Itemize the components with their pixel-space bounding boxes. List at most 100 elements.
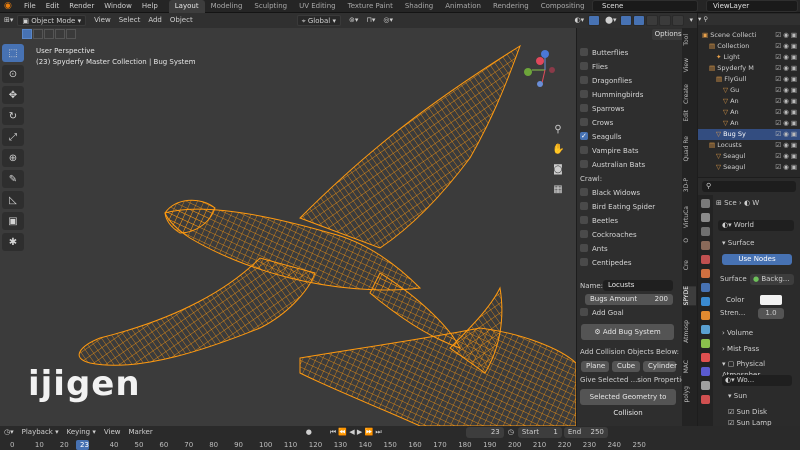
selected-geometry-to-collision-button[interactable]: Selected Geometry to Collision [580, 389, 676, 417]
end-frame-field[interactable]: End 250 [563, 427, 608, 438]
texture-tab-icon[interactable] [701, 367, 710, 376]
volume-panel-header[interactable]: › Volume [722, 328, 753, 339]
crawl-checkbox-centipedes[interactable]: Centipedes [580, 257, 680, 269]
use-nodes-button[interactable]: Use Nodes [722, 254, 792, 265]
rotate-icon[interactable]: ↻ [2, 107, 24, 125]
record-icon[interactable]: ● [302, 427, 316, 438]
eye-icon[interactable]: ☑ ◉ ▣ [775, 151, 797, 162]
xray-toggle[interactable] [620, 15, 633, 26]
menu-edit[interactable]: Edit [41, 2, 65, 10]
proportional-edit-icon[interactable]: ◎▾ [379, 15, 397, 26]
pivot-icon[interactable]: ⊚▾ [345, 15, 362, 26]
outliner-row[interactable]: ▽ An ☑ ◉ ▣ [698, 96, 800, 107]
outliner-row[interactable]: ▽ Gu ☑ ◉ ▣ [698, 85, 800, 96]
crawl-checkbox-ants[interactable]: Ants [580, 243, 680, 255]
blender-logo-icon[interactable]: ◉ [4, 1, 16, 11]
sun-panel-header[interactable]: ▾ Sun [728, 391, 747, 402]
render-tab-icon[interactable] [701, 213, 710, 222]
select-new-button[interactable] [22, 29, 32, 39]
eye-icon[interactable]: ☑ ◉ ▣ [775, 52, 797, 63]
fly-checkbox-vampire-bats[interactable]: Vampire Bats [580, 145, 680, 157]
view-layer-tab-icon[interactable] [701, 241, 710, 250]
scale-icon[interactable]: ⤢ [2, 128, 24, 146]
current-frame-field[interactable]: 23 [465, 427, 504, 438]
view-menu[interactable]: View [90, 15, 115, 26]
view-layer-selector[interactable]: ViewLayer [706, 0, 798, 12]
eye-icon[interactable]: ☑ ◉ ▣ [775, 129, 797, 140]
workspace-tab-modeling[interactable]: Modeling [205, 0, 249, 13]
physics-tab-icon[interactable] [701, 325, 710, 334]
cylinder-button[interactable]: Cylinder [643, 361, 677, 372]
eye-icon[interactable]: ☑ ◉ ▣ [775, 118, 797, 129]
fly-checkbox-australian-bats[interactable]: Australian Bats [580, 159, 680, 171]
particles-tab-icon[interactable] [701, 311, 710, 320]
plane-button[interactable]: Plane [581, 361, 609, 372]
workspace-tab-sculpting[interactable]: Sculpting [248, 0, 293, 13]
surface-shader-field[interactable]: ● Backg... [750, 274, 794, 285]
sidebar-tab-polyg[interactable]: polyg [683, 386, 696, 403]
workspace-tab-texture-paint[interactable]: Texture Paint [342, 0, 399, 13]
start-frame-field[interactable]: Start 1 [517, 427, 562, 438]
output-tab-icon[interactable] [701, 227, 710, 236]
mist-pass-panel-header[interactable]: › Mist Pass [722, 344, 759, 355]
fly-checkbox-butterflies[interactable]: Butterflies [580, 47, 680, 59]
outliner-row[interactable]: ✦ Light ☑ ◉ ▣ [698, 52, 800, 63]
sidebar-tab-spyde[interactable]: SPYDE [683, 286, 696, 306]
outliner-row[interactable]: ▤ FlyGull ☑ ◉ ▣ [698, 74, 800, 85]
cube-button[interactable]: Cube [612, 361, 640, 372]
eye-icon[interactable]: ☑ ◉ ▣ [775, 63, 797, 74]
surface-panel-header[interactable]: ▾ Surface [722, 238, 754, 249]
workspace-tab-layout[interactable]: Layout [168, 0, 205, 13]
3d-viewport[interactable]: User Perspective (23) Spyderfy Master Co… [0, 28, 576, 426]
extra-tab-icon[interactable] [701, 395, 710, 404]
strength-field[interactable]: 1.0 [758, 308, 784, 319]
world-selector[interactable]: ◐▾ World [718, 220, 794, 231]
bugs-amount-field[interactable]: Bugs Amount 200 [585, 294, 673, 305]
select-extend-button[interactable] [33, 29, 43, 39]
menu-render[interactable]: Render [64, 2, 99, 10]
outliner-row[interactable]: ▽ An ☑ ◉ ▣ [698, 107, 800, 118]
sidebar-tab-create[interactable]: Create [683, 84, 696, 104]
modifier-tab-icon[interactable] [701, 297, 710, 306]
eye-icon[interactable]: ☑ ◉ ▣ [775, 140, 797, 151]
workspace-tab-animation[interactable]: Animation [439, 0, 487, 13]
sidebar-tab-3d-p[interactable]: 3D-P [683, 178, 696, 192]
name-field[interactable]: Locusts [603, 280, 673, 291]
fly-checkbox-crows[interactable]: Crows [580, 117, 680, 129]
zoom-icon[interactable]: ⚲ [552, 124, 564, 136]
camera-icon[interactable]: ◙ [552, 164, 564, 176]
overlay-icon[interactable]: ⬤▾ [601, 15, 620, 26]
outliner-row[interactable]: ▽ Bug Sy ☑ ◉ ▣ [698, 129, 800, 140]
outliner-row[interactable]: ▤ Locusts ☑ ◉ ▣ [698, 140, 800, 151]
object-tab-icon[interactable] [701, 283, 710, 292]
timeline-editor-icon[interactable]: ◷▾ [0, 427, 18, 438]
wireframe-shading[interactable] [633, 15, 646, 26]
outliner-row[interactable]: ▽ Seagul ☑ ◉ ▣ [698, 162, 800, 173]
menu-help[interactable]: Help [137, 2, 163, 10]
sidebar-tab-mac[interactable]: MAC [683, 360, 696, 373]
sidebar-tab-edit[interactable]: Edit [683, 110, 696, 122]
timeline-view-menu[interactable]: View [100, 427, 125, 438]
material-shading[interactable] [659, 15, 672, 26]
orientation-dropdown[interactable]: ⌖ Global ▾ [296, 15, 341, 26]
crawl-checkbox-beetles[interactable]: Beetles [580, 215, 680, 227]
gizmo-toggle[interactable] [588, 15, 601, 26]
eye-icon[interactable]: ☑ ◉ ▣ [775, 85, 797, 96]
object-menu[interactable]: Object [166, 15, 197, 26]
select-intersect-button[interactable] [66, 29, 76, 39]
cursor-icon[interactable]: ⊙ [2, 65, 24, 83]
select-menu[interactable]: Select [115, 15, 145, 26]
workspace-tab-uv-editing[interactable]: UV Editing [293, 0, 342, 13]
rendered-shading[interactable] [672, 15, 685, 26]
bug-tool-icon[interactable]: ✱ [2, 233, 24, 251]
annotate-icon[interactable]: ✎ [2, 170, 24, 188]
data-tab-icon[interactable] [701, 381, 710, 390]
add-goal-checkbox[interactable]: Add Goal [580, 307, 680, 319]
eye-icon[interactable]: ☑ ◉ ▣ [775, 74, 797, 85]
sidebar-tab-atmosp[interactable]: Atmosp [683, 320, 696, 343]
move-icon[interactable]: ✥ [2, 86, 24, 104]
workspace-tab-rendering[interactable]: Rendering [487, 0, 535, 13]
select-subtract-button[interactable] [44, 29, 54, 39]
outliner-row[interactable]: ▤ Spyderfy M ☑ ◉ ▣ [698, 63, 800, 74]
mode-dropdown[interactable]: ▣ Object Mode ▾ [17, 15, 87, 26]
